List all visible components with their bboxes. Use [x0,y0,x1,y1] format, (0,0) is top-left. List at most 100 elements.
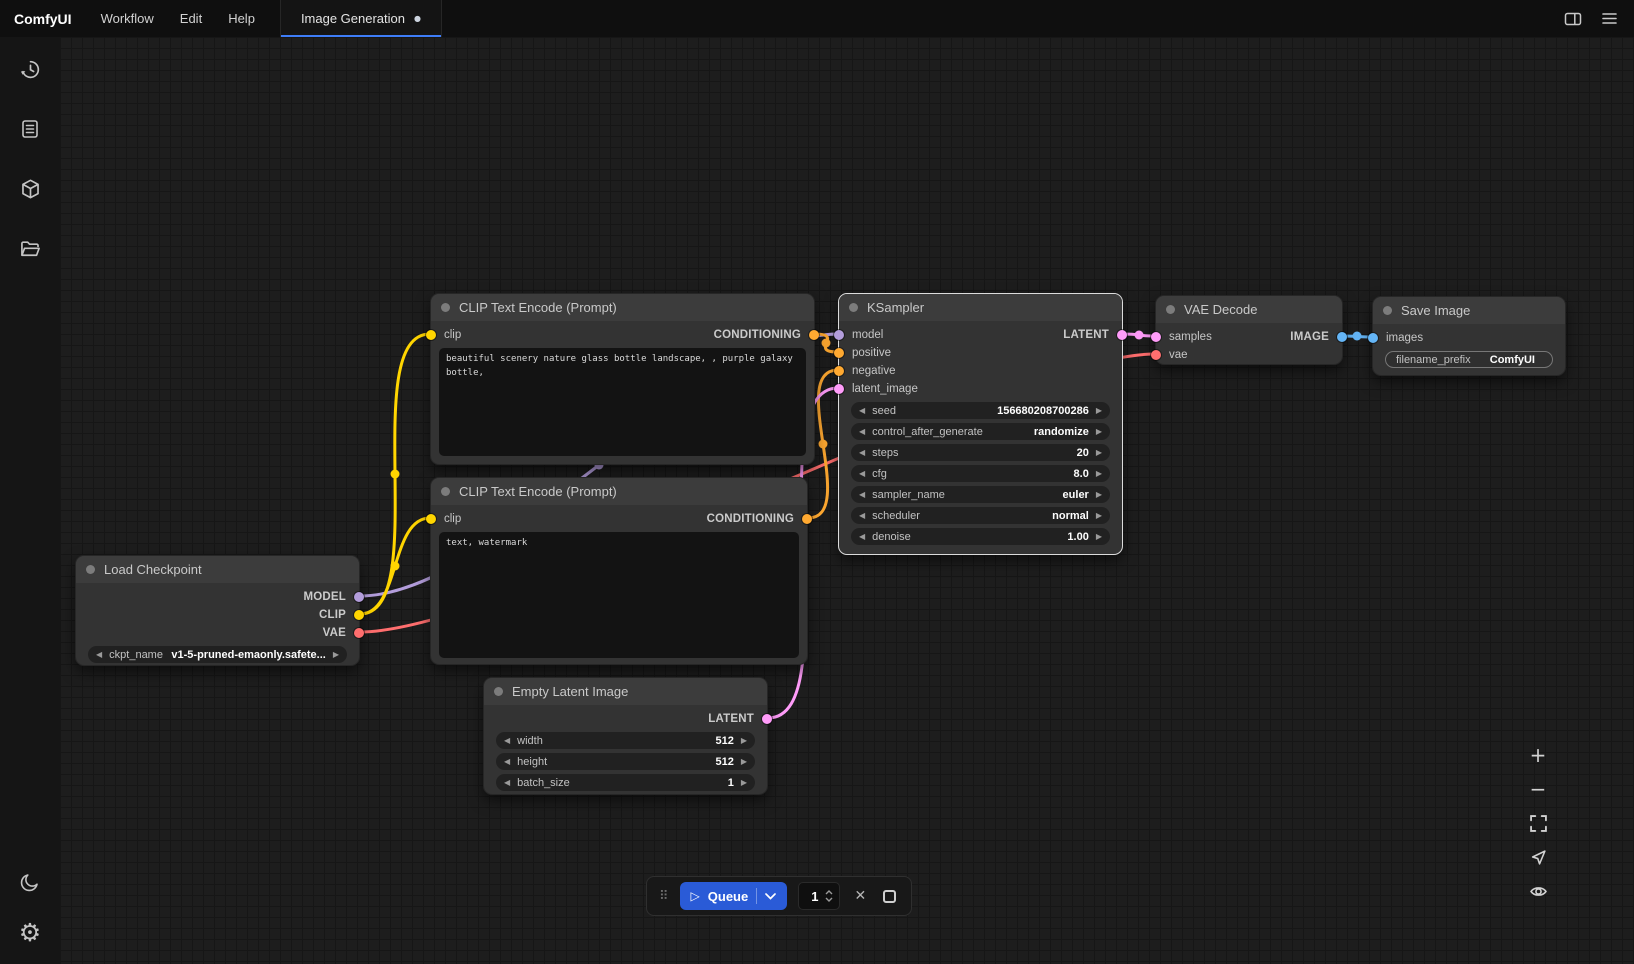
cancel-queue-button[interactable]: ✕ [851,885,869,907]
decrement-arrow-icon[interactable]: ◀ [859,428,865,436]
collapse-dot-icon[interactable] [849,303,858,312]
select-mode-button[interactable] [1521,843,1555,871]
node-header[interactable]: CLIP Text Encode (Prompt) [431,294,814,321]
image-output-slot-icon[interactable] [1337,332,1347,342]
increment-arrow-icon[interactable]: ▶ [1096,491,1102,499]
increment-arrow-icon[interactable]: ▶ [1096,470,1102,478]
node-vae-decode[interactable]: VAE Decode samples IMAGE vae [1155,295,1343,365]
node-load-checkpoint[interactable]: Load Checkpoint MODEL CLIP VAE ◀ ckpt_na… [75,555,360,666]
decrement-arrow-icon[interactable]: ◀ [859,533,865,541]
chevron-down-icon[interactable] [765,893,776,900]
increment-arrow-icon[interactable]: ▶ [1096,449,1102,457]
collapse-dot-icon[interactable] [441,303,450,312]
clip-input-slot-icon[interactable] [426,514,436,524]
vae-input-slot-icon[interactable] [1151,350,1161,360]
sidebar-item-queue[interactable] [12,111,48,147]
spinner-down-icon[interactable] [825,897,833,902]
decrement-arrow-icon[interactable]: ◀ [504,737,510,745]
decrement-arrow-icon[interactable]: ◀ [859,449,865,457]
steps-widget[interactable]: ◀ steps 20 ▶ [851,444,1110,461]
increment-arrow-icon[interactable]: ▶ [741,737,747,745]
prompt-textarea[interactable]: text, watermark [439,532,799,658]
positive-input-slot-icon[interactable] [834,348,844,358]
negative-input-slot-icon[interactable] [834,366,844,376]
increment-arrow-icon[interactable]: ▶ [741,758,747,766]
node-save-image[interactable]: Save Image images filename_prefix ComfyU… [1372,296,1566,376]
decrement-arrow-icon[interactable]: ◀ [859,470,865,478]
sidebar-item-model-library[interactable] [12,171,48,207]
collapse-dot-icon[interactable] [1383,306,1392,315]
node-header[interactable]: Load Checkpoint [76,556,359,583]
node-empty-latent-image[interactable]: Empty Latent Image LATENT ◀ width 512 ▶ … [483,677,768,795]
increment-arrow-icon[interactable]: ▶ [1096,533,1102,541]
decrement-arrow-icon[interactable]: ◀ [859,491,865,499]
increment-arrow-icon[interactable]: ▶ [741,779,747,787]
increment-arrow-icon[interactable]: ▶ [333,651,339,659]
node-ksampler[interactable]: KSampler model LATENT positive negative … [838,293,1123,555]
conditioning-output-slot-icon[interactable] [809,330,819,340]
node-clip-text-encode-positive[interactable]: CLIP Text Encode (Prompt) clip CONDITION… [430,293,815,465]
node-header[interactable]: VAE Decode [1156,296,1342,323]
batch-count-input[interactable]: 1 [798,882,840,910]
latent-image-input-slot-icon[interactable] [834,384,844,394]
increment-arrow-icon[interactable]: ▶ [1096,512,1102,520]
stop-button[interactable] [880,887,899,906]
theme-toggle-button[interactable] [12,864,48,900]
menu-help[interactable]: Help [215,0,268,37]
prompt-textarea[interactable]: beautiful scenery nature glass bottle la… [439,348,806,456]
increment-arrow-icon[interactable]: ▶ [1096,407,1102,415]
zoom-out-button[interactable]: − [1521,775,1555,803]
tab-image-generation[interactable]: Image Generation ● [280,0,442,37]
settings-button[interactable]: ⚙ [12,914,48,950]
conditioning-output-slot-icon[interactable] [802,514,812,524]
latent-output-slot-icon[interactable] [762,714,772,724]
increment-arrow-icon[interactable]: ▶ [1096,428,1102,436]
control-after-generate-widget[interactable]: ◀ control_after_generate randomize ▶ [851,423,1110,440]
decrement-arrow-icon[interactable]: ◀ [96,651,102,659]
clip-output-slot-icon[interactable] [354,610,364,620]
bottom-panel-toggle-button[interactable] [1558,5,1588,33]
width-widget[interactable]: ◀ width 512 ▶ [496,732,755,749]
batch-size-widget[interactable]: ◀ batch_size 1 ▶ [496,774,755,791]
drag-handle-icon[interactable]: ⠿ [659,890,669,903]
queue-button[interactable]: ▷ Queue [680,882,788,910]
node-header[interactable]: CLIP Text Encode (Prompt) [431,478,807,505]
images-input-slot-icon[interactable] [1368,333,1378,343]
node-clip-text-encode-negative[interactable]: CLIP Text Encode (Prompt) clip CONDITION… [430,477,808,665]
batch-count-spinner[interactable] [825,890,833,902]
model-input-slot-icon[interactable] [834,330,844,340]
collapse-dot-icon[interactable] [494,687,503,696]
sidebar-item-history[interactable] [12,51,48,87]
cfg-widget[interactable]: ◀ cfg 8.0 ▶ [851,465,1110,482]
latent-output-slot-icon[interactable] [1117,330,1127,340]
node-header[interactable]: KSampler [839,294,1122,321]
node-header[interactable]: Save Image [1373,297,1565,324]
collapse-dot-icon[interactable] [86,565,95,574]
filename-prefix-widget[interactable]: filename_prefix ComfyUI [1385,351,1553,368]
decrement-arrow-icon[interactable]: ◀ [504,779,510,787]
denoise-widget[interactable]: ◀ denoise 1.00 ▶ [851,528,1110,545]
menu-workflow[interactable]: Workflow [88,0,167,37]
decrement-arrow-icon[interactable]: ◀ [859,407,865,415]
model-output-slot-icon[interactable] [354,592,364,602]
node-canvas[interactable]: Load Checkpoint MODEL CLIP VAE ◀ ckpt_na… [60,37,1634,964]
fit-view-button[interactable] [1521,809,1555,837]
toggle-visibility-button[interactable] [1521,877,1555,905]
node-header[interactable]: Empty Latent Image [484,678,767,705]
sidebar-item-workflows[interactable] [12,231,48,267]
decrement-arrow-icon[interactable]: ◀ [504,758,510,766]
height-widget[interactable]: ◀ height 512 ▶ [496,753,755,770]
zoom-in-button[interactable]: + [1521,741,1555,769]
decrement-arrow-icon[interactable]: ◀ [859,512,865,520]
collapse-dot-icon[interactable] [441,487,450,496]
clip-input-slot-icon[interactable] [426,330,436,340]
menu-edit[interactable]: Edit [167,0,215,37]
main-menu-button[interactable] [1594,5,1624,33]
collapse-dot-icon[interactable] [1166,305,1175,314]
ckpt-name-widget[interactable]: ◀ ckpt_name v1-5-pruned-emaonly.safete..… [88,646,347,663]
samples-input-slot-icon[interactable] [1151,332,1161,342]
seed-widget[interactable]: ◀ seed 156680208700286 ▶ [851,402,1110,419]
vae-output-slot-icon[interactable] [354,628,364,638]
sampler-name-widget[interactable]: ◀ sampler_name euler ▶ [851,486,1110,503]
scheduler-widget[interactable]: ◀ scheduler normal ▶ [851,507,1110,524]
